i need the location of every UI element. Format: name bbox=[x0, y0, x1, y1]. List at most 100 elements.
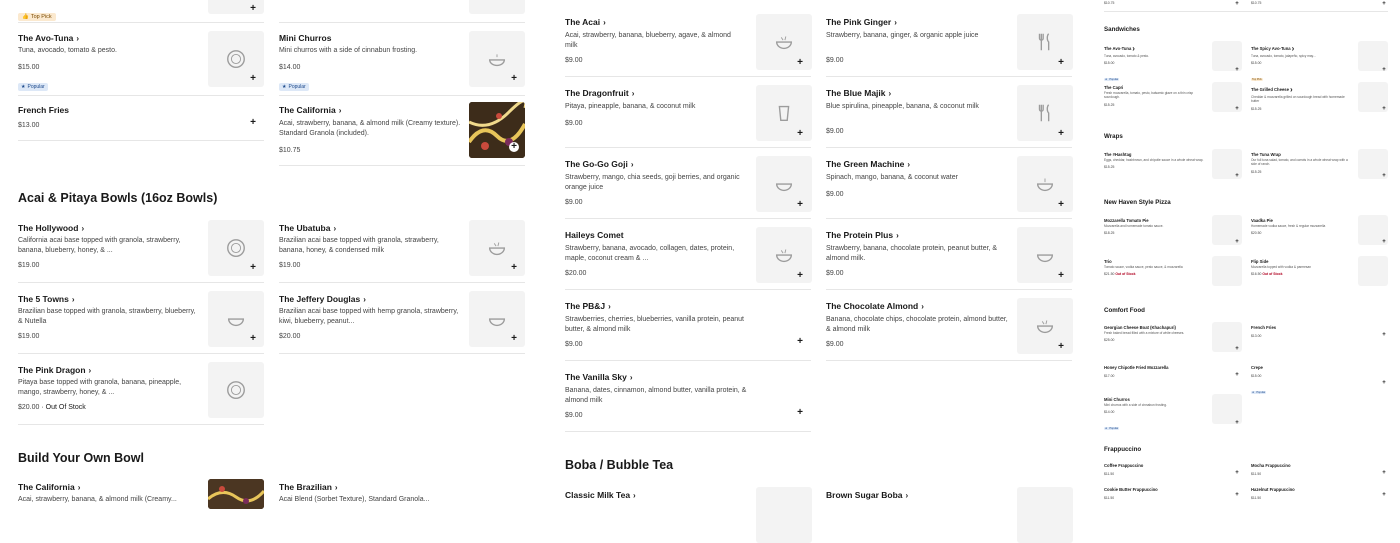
menu-item-mozzarella-tomato-pie[interactable]: Mozzarella Tomato Pie Mozzarella and hom… bbox=[1104, 218, 1204, 235]
add-button[interactable]: + bbox=[795, 129, 805, 139]
add-button[interactable]: + bbox=[509, 263, 519, 273]
menu-item-flip-side[interactable]: Flip Side Mozzarella topped with vodka &… bbox=[1251, 259, 1351, 276]
menu-item-go-go-goji[interactable]: The Go-Go Goji › Strawberry, mango, chia … bbox=[565, 159, 745, 206]
menu-item-brown-sugar-boba[interactable]: Brown Sugar Boba › bbox=[826, 490, 908, 500]
top-pick-badge: Top Pick bbox=[1251, 78, 1263, 82]
menu-item-capri[interactable]: The Capri Fresh mozzarella, tomato, pest… bbox=[1104, 85, 1204, 107]
add-button[interactable]: + bbox=[1234, 106, 1240, 112]
add-button[interactable]: + bbox=[1056, 271, 1066, 281]
menu-item-hazelnut-frappuccino[interactable]: Hazelnut Frappuccino $11.50 bbox=[1251, 487, 1351, 500]
menu-item-vaadka-pie[interactable]: Vaadka Pie Homemade vodka sauce, fresh &… bbox=[1251, 218, 1351, 235]
add-button[interactable]: + bbox=[1234, 492, 1240, 498]
menu-item-dragonfruit[interactable]: The Dragonfruit › Pitaya, pineapple, bana… bbox=[565, 88, 745, 127]
add-button[interactable]: + bbox=[509, 334, 519, 344]
chevron-right-icon: › bbox=[363, 294, 366, 304]
section-title-boba: Boba / Bubble Tea bbox=[565, 458, 674, 472]
chevron-right-icon: › bbox=[81, 223, 85, 233]
add-button[interactable]: + bbox=[795, 337, 805, 347]
add-button[interactable]: + bbox=[1381, 106, 1387, 112]
add-button[interactable]: + bbox=[1381, 239, 1387, 245]
add-button[interactable]: + bbox=[1381, 173, 1387, 179]
add-button[interactable]: + bbox=[795, 200, 805, 210]
add-button[interactable]: + bbox=[1056, 200, 1066, 210]
divider bbox=[565, 431, 811, 432]
menu-item-acai[interactable]: The Acai › Acai, strawberry, banana, blue… bbox=[565, 17, 745, 64]
add-button[interactable]: + bbox=[1234, 372, 1240, 378]
add-button[interactable]: + bbox=[1381, 1, 1387, 7]
menu-item-hollywood[interactable]: The Hollywood › California acai base topp… bbox=[18, 223, 198, 269]
add-button[interactable]: + bbox=[248, 4, 258, 14]
menu-item-mini-churros[interactable]: Mini Churros Mini churros with a side of… bbox=[279, 33, 459, 93]
menu-item-mocha-frappuccino[interactable]: Mocha Frappuccino $11.50 bbox=[1251, 463, 1351, 476]
menu-item-spicy-avo-tuna[interactable]: The Spicy Avo-Tuna › Tuna, avocado, tomat… bbox=[1251, 44, 1351, 85]
add-button[interactable]: + bbox=[1381, 380, 1387, 386]
add-button[interactable]: + bbox=[509, 142, 519, 152]
add-button[interactable]: + bbox=[1234, 1, 1240, 7]
add-button[interactable]: + bbox=[1381, 470, 1387, 476]
popular-badge: ★ Popular bbox=[18, 82, 48, 91]
add-button[interactable]: + bbox=[1234, 67, 1240, 73]
add-button[interactable]: + bbox=[795, 408, 805, 418]
menu-item-protein-plus[interactable]: The Protein Plus › Strawberry, banana, ch… bbox=[826, 230, 1011, 277]
add-button[interactable]: + bbox=[1234, 173, 1240, 179]
menu-item-jeffery-douglas[interactable]: The Jeffery Douglas › Brazilian acai base… bbox=[279, 294, 464, 340]
menu-item-california[interactable]: The California › Acai, strawberry, banana… bbox=[279, 105, 464, 154]
menu-item-mini-churros[interactable]: Mini Churros Mini churros with a side of… bbox=[1104, 397, 1204, 434]
add-button[interactable]: + bbox=[795, 271, 805, 281]
bowl-icon bbox=[1036, 254, 1054, 263]
menu-item-green-machine[interactable]: The Green Machine › Spinach, mango, banan… bbox=[826, 159, 1011, 198]
menu-item-tuna-wrap[interactable]: The Tuna Wrap Our full tuna salad, tomat… bbox=[1251, 152, 1351, 174]
add-button[interactable]: + bbox=[509, 74, 519, 84]
menu-item-vanilla-sky[interactable]: The Vanilla Sky › Banana, dates, cinnamon… bbox=[565, 372, 750, 419]
menu-item-brazilian[interactable]: The Brazilian › Acai Blend (Sorbet Textur… bbox=[279, 482, 464, 505]
add-button[interactable]: + bbox=[1234, 470, 1240, 476]
menu-item-french-fries[interactable]: French Fries $13.00 bbox=[1251, 325, 1351, 338]
menu-item-georgian-cheese-boat[interactable]: Georgian Cheese Boat (Khachapuri) Fresh … bbox=[1104, 325, 1204, 342]
menu-item-blue-majik[interactable]: The Blue Majik › Blue spirulina, pineappl… bbox=[826, 88, 1011, 135]
divider bbox=[565, 218, 811, 219]
star-icon: ★ bbox=[282, 83, 287, 90]
menu-item-grilled-cheese[interactable]: The Grilled Cheese › Cheddar & mozzarella… bbox=[1251, 85, 1351, 111]
chevron-right-icon: › bbox=[333, 223, 337, 233]
add-button[interactable]: + bbox=[1234, 420, 1240, 426]
add-button[interactable]: + bbox=[1234, 239, 1240, 245]
add-button[interactable]: + bbox=[1381, 492, 1387, 498]
add-button[interactable]: + bbox=[1381, 332, 1387, 338]
menu-item-pink-ginger[interactable]: The Pink Ginger › Strawberry, banana, gin… bbox=[826, 17, 1006, 64]
add-button[interactable]: + bbox=[248, 263, 258, 273]
menu-item-chocolate-almond[interactable]: The Chocolate Almond › Banana, chocolate … bbox=[826, 301, 1011, 348]
add-button[interactable]: + bbox=[248, 74, 258, 84]
menu-item-haileys-comet[interactable]: Haileys Comet Strawberry, banana, avocad… bbox=[565, 230, 745, 277]
menu-item-honey-chipotle[interactable]: Honey Chipotle Fried Mozzarella $17.00 bbox=[1104, 365, 1204, 378]
menu-item-california-bowl[interactable]: The California › Acai, strawberry, banana… bbox=[18, 482, 203, 505]
menu-item-coffee-frappuccino[interactable]: Coffee Frappuccino $11.50 bbox=[1104, 463, 1204, 476]
add-button[interactable]: + bbox=[248, 334, 258, 344]
menu-item-ubatuba[interactable]: The Ubatuba › Brazilian acai base topped … bbox=[279, 223, 464, 269]
menu-item-crepe[interactable]: Crepe $15.00 ★ Popular bbox=[1251, 365, 1351, 398]
menu-item-pbj[interactable]: The PB&J › Strawberries, cherries, bluebe… bbox=[565, 301, 750, 348]
bowl-icon bbox=[227, 318, 245, 327]
add-button[interactable]: + bbox=[1234, 346, 1240, 352]
menu-item-5-towns[interactable]: The 5 Towns › Brazilian base topped with … bbox=[18, 294, 198, 340]
menu-item-french-fries[interactable]: French Fries $13.00 bbox=[18, 105, 198, 129]
menu-item-cookie-butter-frappuccino[interactable]: Cookie Butter Frappuccino $11.50 bbox=[1104, 487, 1204, 500]
item-photo-california bbox=[208, 479, 264, 509]
popular-badge: ★ Popular bbox=[1104, 427, 1120, 431]
menu-item-hashtag[interactable]: The #Hashtag Eggs, cheddar, hashbrown, a… bbox=[1104, 152, 1204, 169]
add-button[interactable]: + bbox=[248, 118, 258, 128]
chevron-right-icon: › bbox=[907, 159, 911, 169]
menu-item-pink-dragon[interactable]: The Pink Dragon › Pitaya base topped with… bbox=[18, 365, 203, 411]
section-title-frappuccino: Frappuccino bbox=[1104, 446, 1142, 453]
add-button[interactable]: + bbox=[1056, 129, 1066, 139]
add-button[interactable]: + bbox=[795, 58, 805, 68]
menu-item-classic-milk-tea[interactable]: Classic Milk Tea › bbox=[565, 490, 636, 500]
add-button[interactable]: + bbox=[1381, 67, 1387, 73]
menu-item-trio[interactable]: Trio Tomato sauce, vodka sauce, pesto sa… bbox=[1104, 259, 1204, 276]
popular-badge: ★ Popular bbox=[1251, 391, 1267, 394]
add-button[interactable]: + bbox=[1056, 58, 1066, 68]
add-button[interactable]: + bbox=[1056, 342, 1066, 352]
menu-item-avo-tuna[interactable]: The Avo-Tuna › Tuna, avocado, tomato & pe… bbox=[1104, 44, 1204, 85]
divider bbox=[279, 95, 525, 96]
menu-item-avo-tuna[interactable]: The Avo-Tuna › Tuna, avocado, tomato & pe… bbox=[18, 33, 198, 93]
divider bbox=[565, 360, 811, 361]
